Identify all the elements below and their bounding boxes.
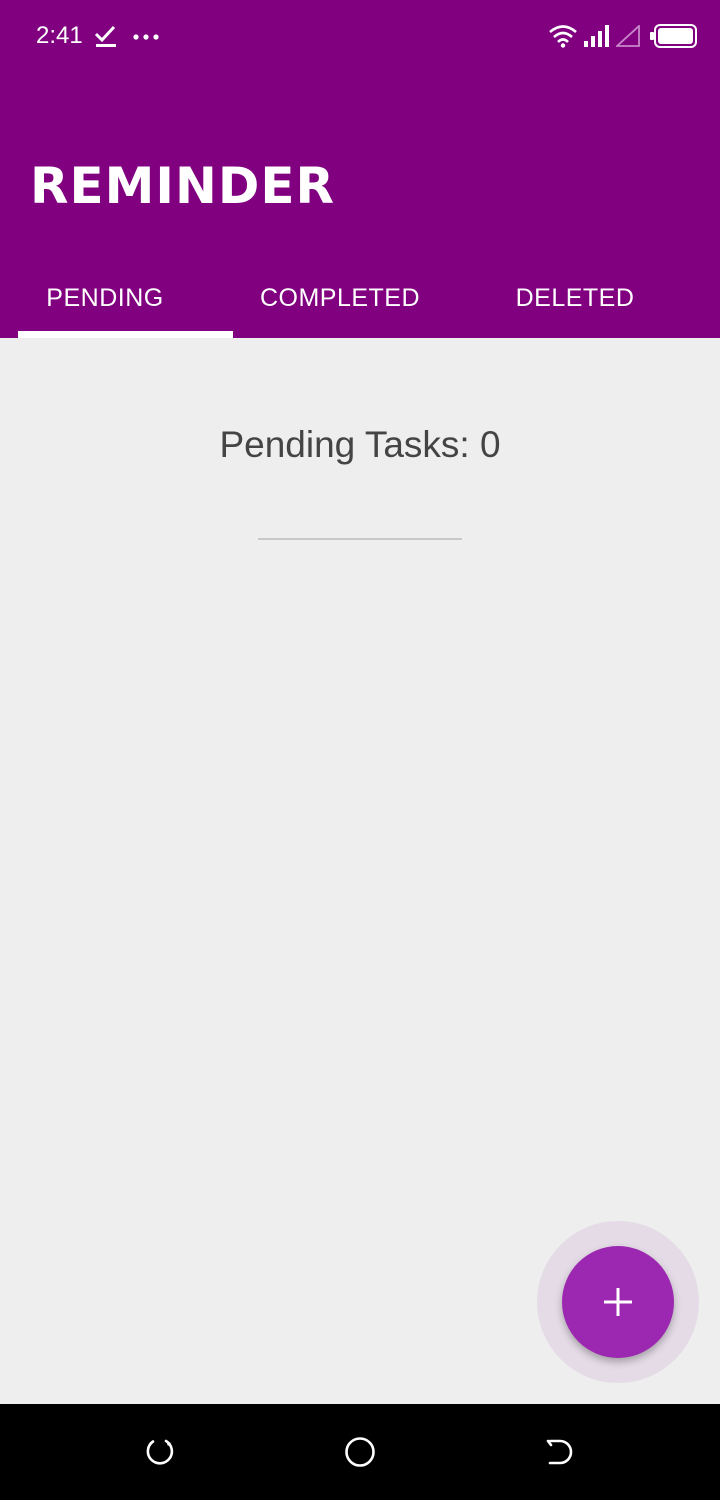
more-notifications-icon [133,34,159,40]
navigation-bar [0,1404,720,1500]
tab-completed[interactable]: COMPLETED [225,262,455,338]
back-icon[interactable] [540,1432,580,1472]
recent-apps-icon[interactable] [140,1432,180,1472]
status-time: 2:41 [36,22,83,49]
cellular-signal-empty-icon [616,25,640,47]
tab-pending[interactable]: PENDING [0,262,210,338]
tab-pending-label: PENDING [46,283,164,312]
battery-icon [650,24,697,48]
tab-deleted-label: DELETED [515,283,635,312]
pending-tasks-count: Pending Tasks: 0 [219,424,501,465]
check-notification-icon [94,25,116,47]
tab-deleted[interactable]: DELETED [470,262,680,338]
tab-completed-label: COMPLETED [259,283,421,312]
home-icon[interactable] [340,1432,380,1472]
app-title: REMINDER [30,157,336,215]
tab-bar: PENDING COMPLETED DELETED [0,262,720,338]
screen: 2:41 REMINDER PENDING COMPLETED DELETED … [0,0,720,1500]
app-bar: 2:41 REMINDER PENDING COMPLETED DELETED [0,0,720,338]
divider [258,538,462,540]
plus-icon [604,1288,632,1316]
cellular-signal-icon [584,25,609,47]
tab-indicator [18,331,233,338]
add-task-button[interactable] [562,1246,674,1358]
status-bar: 2:41 [0,0,720,72]
wifi-icon [549,25,577,48]
